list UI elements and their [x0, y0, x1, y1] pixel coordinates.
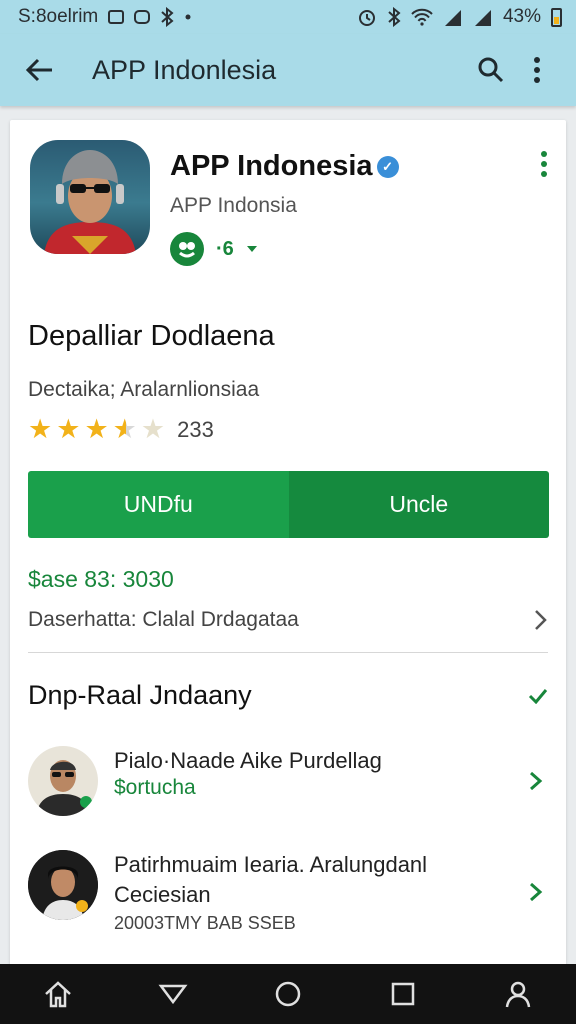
badge-row: ·6	[170, 232, 258, 266]
more-vert-icon[interactable]	[536, 150, 552, 180]
badge-label: ·6	[216, 237, 234, 260]
battery-icon	[551, 7, 562, 27]
chevron-down-icon[interactable]	[153, 974, 193, 1014]
list-item-title: Patirhmuaim Iearia. Aralungdanl Ceciesia…	[114, 852, 428, 907]
star-icon: ★	[28, 414, 53, 444]
home-icon[interactable]	[38, 974, 78, 1014]
divider	[28, 652, 548, 653]
app-bar: APP Indonlesia	[0, 34, 576, 106]
section-title: Dnp-Raal Jndaany	[28, 680, 252, 710]
list-item-subtitle: $ortucha	[114, 775, 196, 799]
price-line: $ase 83: 3030	[28, 566, 174, 592]
app-icon-avatar	[30, 140, 150, 254]
star-half-icon: ★	[112, 414, 137, 444]
signal-icon	[443, 8, 463, 26]
developer-line-text: Daserhatta: Clalal Drdagataa	[28, 608, 299, 631]
rating-count: 233	[177, 416, 214, 442]
star-icon: ★	[56, 414, 81, 444]
list-item-meta: 20003TMY BAB SSEB	[114, 913, 296, 934]
status-time: S:8oelrim	[18, 6, 99, 27]
rating-row: ★ ★ ★ ★ ★ 233	[28, 416, 214, 443]
back-arrow-icon[interactable]	[16, 47, 62, 93]
chevron-right-icon	[524, 850, 548, 934]
wifi-icon	[411, 8, 433, 26]
editors-choice-icon	[170, 232, 204, 266]
bluetooth-icon	[160, 7, 174, 27]
alarm-icon	[357, 7, 377, 27]
list-item[interactable]: Patirhmuaim Iearia. Aralungdanl Ceciesia…	[28, 850, 548, 934]
system-nav-bar	[0, 964, 576, 1024]
chevron-right-icon	[524, 746, 548, 816]
profile-icon[interactable]	[498, 974, 538, 1014]
developer-row[interactable]: Daserhatta: Clalal Drdagataa	[28, 608, 548, 632]
details-title: Depalliar Dodlaena	[28, 320, 275, 352]
signal-icon	[473, 8, 493, 26]
page-title: APP Indonlesia	[92, 54, 277, 85]
details-subtitle: Dectaika; Aralarnlionsiaa	[28, 378, 260, 401]
primary-action-button[interactable]: UNDfu	[28, 471, 289, 538]
action-buttons: UNDfu Uncle	[28, 471, 549, 538]
star-icon: ★	[84, 414, 109, 444]
app-detail-card: APP Indonesia ✓ APP Indonsia ·6 Depallia…	[10, 120, 566, 970]
dropdown-icon[interactable]	[246, 245, 258, 253]
star-empty-icon: ★	[140, 414, 166, 444]
app-name-text: APP Indonesia	[170, 150, 373, 182]
more-vert-icon[interactable]	[514, 47, 560, 93]
recents-icon[interactable]	[383, 974, 423, 1014]
section-header: Dnp-Raal Jndaany	[28, 680, 548, 711]
bluetooth-icon	[387, 7, 401, 27]
secondary-action-button[interactable]: Uncle	[288, 471, 549, 538]
verified-badge-icon: ✓	[376, 155, 399, 178]
chevron-right-icon	[535, 610, 547, 630]
check-icon[interactable]	[528, 688, 548, 704]
status-bar: S:8oelrim 43%	[0, 0, 576, 34]
list-item-title: Pialo·Naade Aike Purdellag	[114, 748, 382, 773]
circle-home-icon[interactable]	[268, 974, 308, 1014]
screenshot-icon	[108, 10, 125, 24]
list-item[interactable]: Pialo·Naade Aike Purdellag $ortucha	[28, 746, 548, 816]
notification-icon	[134, 10, 151, 24]
avatar	[28, 850, 98, 920]
avatar	[28, 746, 98, 816]
dot-icon	[184, 13, 192, 21]
search-icon[interactable]	[468, 47, 514, 93]
app-name: APP Indonesia ✓	[170, 150, 399, 183]
battery-percent: 43%	[502, 6, 541, 27]
developer-name: APP Indonsia	[170, 194, 297, 217]
